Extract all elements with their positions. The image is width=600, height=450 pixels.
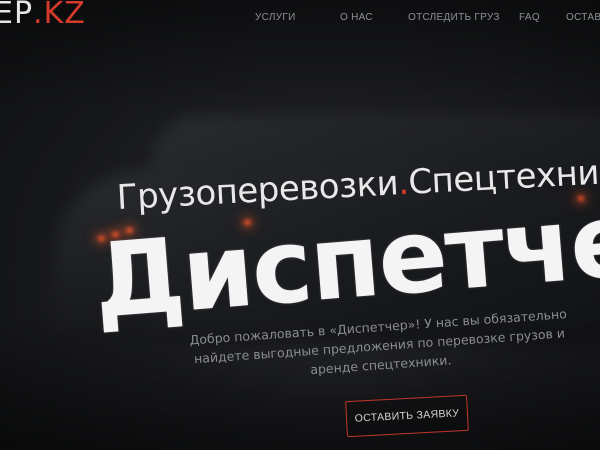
- logo-dot: .: [33, 0, 44, 31]
- nav-item-faq[interactable]: FAQ: [519, 12, 540, 23]
- site-logo[interactable]: ЕР.KZ: [0, 0, 86, 31]
- logo-tld: KZ: [43, 0, 86, 31]
- nav-item-services[interactable]: УСЛУГИ: [255, 12, 296, 23]
- leave-request-button[interactable]: ОСТАВИТЬ ЗАЯВКУ: [345, 394, 469, 438]
- nav-item-leave-request[interactable]: ОСТАВИ: [566, 12, 600, 23]
- logo-prefix: ЕР: [0, 0, 34, 31]
- nav-item-about[interactable]: О НАС: [340, 12, 373, 23]
- top-navigation: ЕР.KZ УСЛУГИ О НАС ОТСЛЕДИТЬ ГРУЗ FAQ ОС…: [0, 0, 600, 40]
- nav-item-track-cargo[interactable]: ОТСЛЕДИТЬ ГРУЗ: [408, 12, 500, 23]
